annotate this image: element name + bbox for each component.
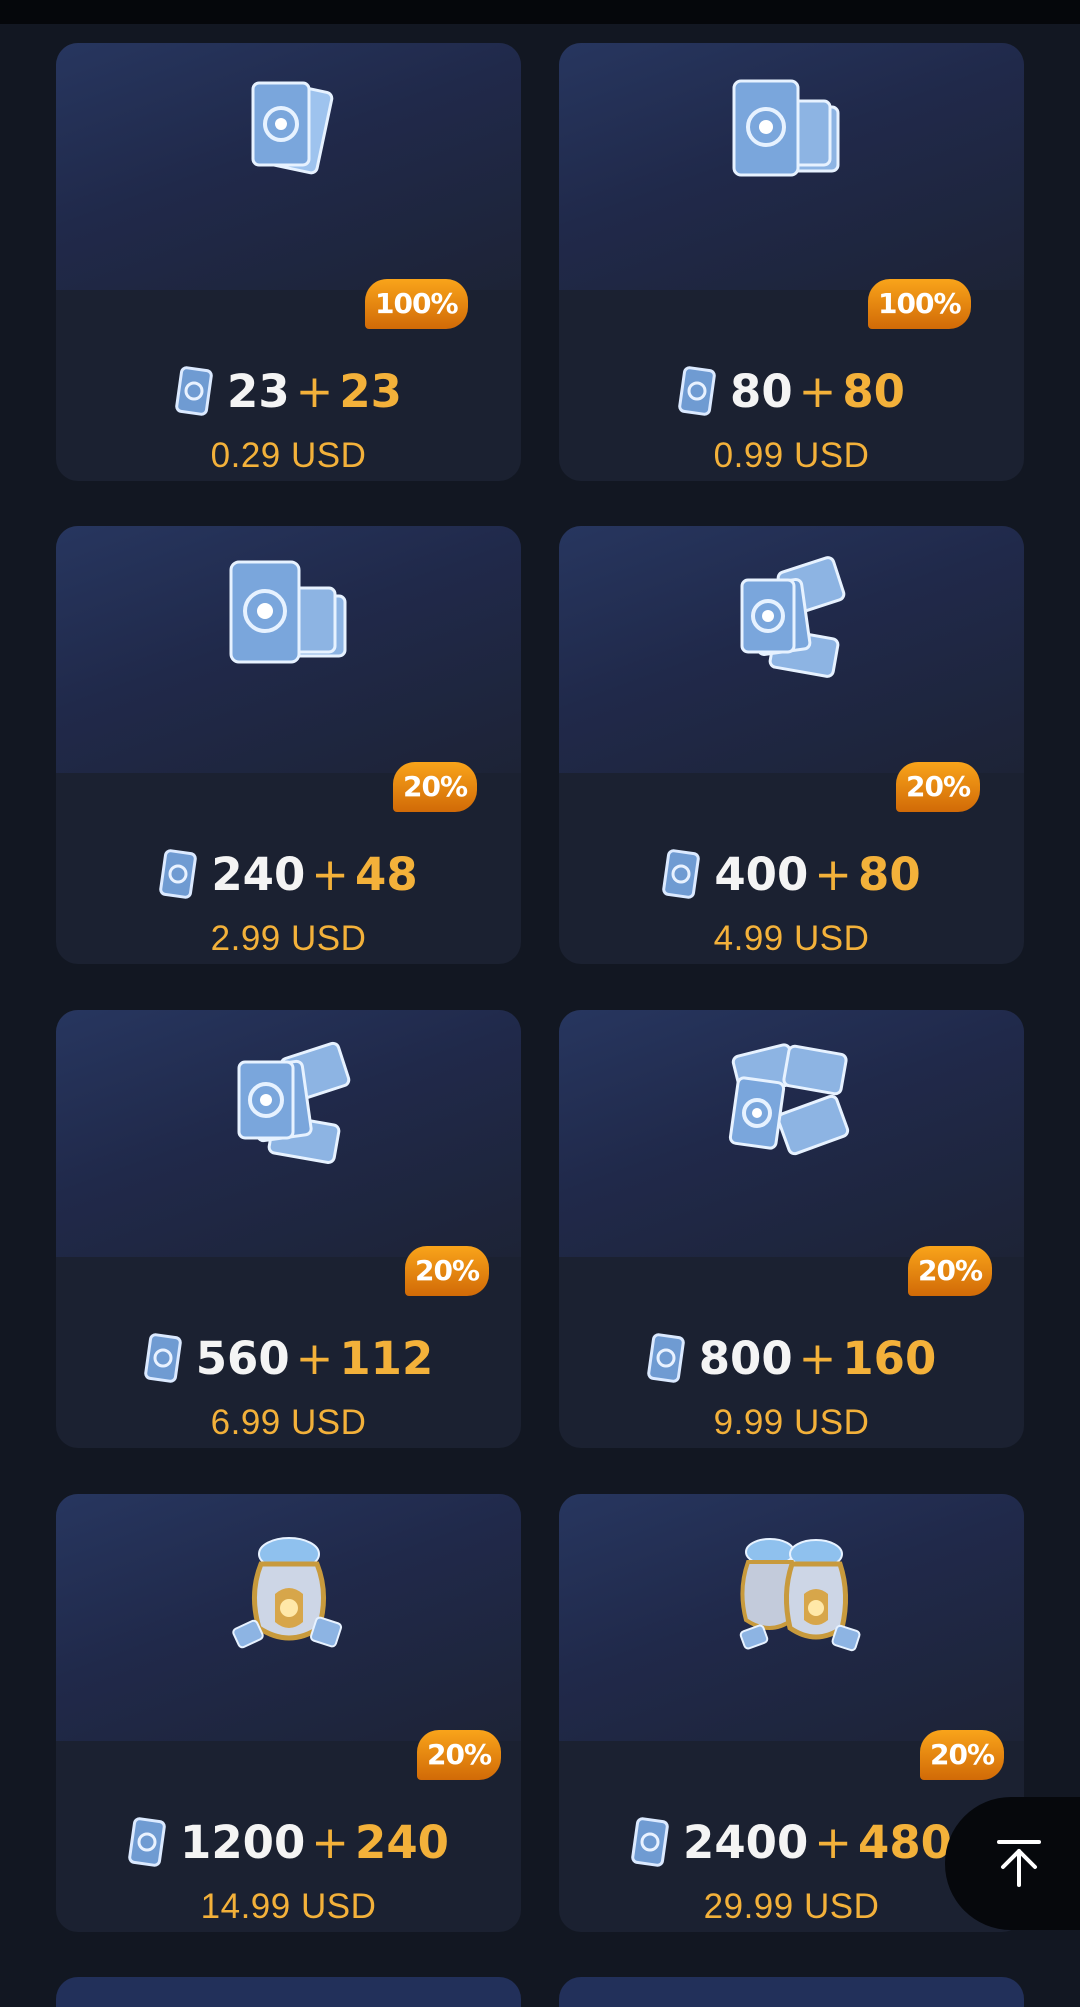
price: 0.29 USD bbox=[210, 436, 367, 475]
pack-card[interactable]: 100% 23 + 23 0.29 USD bbox=[56, 43, 521, 481]
pack-art bbox=[56, 1010, 521, 1257]
price: 0.99 USD bbox=[713, 436, 870, 475]
pack-art bbox=[56, 1494, 521, 1741]
pack-card[interactable]: 20% 560 + 112 6.99 USD bbox=[56, 1010, 521, 1448]
cards-stack-icon bbox=[732, 79, 839, 177]
pack-grid: 100% 23 + 23 0.29 USD 100% 80 + 80 0.99 … bbox=[0, 0, 1080, 2007]
plus-sign: + bbox=[798, 364, 837, 418]
plus-sign: + bbox=[798, 1331, 837, 1385]
base-amount: 80 bbox=[730, 364, 793, 418]
cards-heap-icon bbox=[728, 1043, 849, 1156]
plus-sign: + bbox=[295, 364, 334, 418]
pack-amount: 80 + 80 bbox=[559, 361, 1024, 421]
pack-card[interactable]: 20% 240 + 48 2.99 USD bbox=[56, 526, 521, 964]
bonus-amount: 160 bbox=[842, 1331, 937, 1385]
base-amount: 560 bbox=[195, 1331, 290, 1385]
bonus-amount: 480 bbox=[858, 1815, 952, 1869]
bonus-amount: 23 bbox=[339, 364, 402, 418]
pack-art bbox=[559, 1010, 1024, 1257]
base-amount: 23 bbox=[227, 364, 290, 418]
card-currency-icon bbox=[678, 366, 716, 416]
pack-art bbox=[559, 526, 1024, 773]
next-pack-card-partial[interactable] bbox=[56, 1977, 521, 2007]
price: 6.99 USD bbox=[210, 1403, 367, 1442]
card-currency-icon bbox=[631, 1817, 669, 1867]
pack-amount: 800 + 160 bbox=[559, 1328, 1024, 1388]
bonus-badge: 20% bbox=[405, 1246, 490, 1296]
bonus-amount: 240 bbox=[355, 1815, 449, 1869]
pack-amount: 560 + 112 bbox=[56, 1328, 521, 1388]
pack-amount: 240 + 48 bbox=[56, 844, 521, 904]
bonus-badge: 100% bbox=[868, 279, 971, 329]
plus-sign: + bbox=[295, 1331, 334, 1385]
pack-card[interactable]: 100% 80 + 80 0.99 USD bbox=[559, 43, 1024, 481]
bonus-amount: 48 bbox=[355, 847, 418, 901]
next-pack-card-partial[interactable] bbox=[559, 1977, 1024, 2007]
card-currency-icon bbox=[646, 1333, 685, 1383]
base-amount: 800 bbox=[698, 1331, 793, 1385]
price: 9.99 USD bbox=[713, 1403, 870, 1442]
price: 2.99 USD bbox=[210, 919, 367, 958]
pack-amount: 400 + 80 bbox=[559, 844, 1024, 904]
card-bags-icon bbox=[739, 1538, 860, 1652]
pack-amount: 23 + 23 bbox=[56, 361, 521, 421]
base-amount: 2400 bbox=[683, 1815, 809, 1869]
base-amount: 1200 bbox=[180, 1815, 306, 1869]
card-currency-icon bbox=[128, 1817, 166, 1867]
card-currency-icon bbox=[159, 849, 198, 899]
price: 4.99 USD bbox=[713, 919, 870, 958]
card-currency-icon bbox=[175, 366, 213, 416]
pack-art bbox=[56, 43, 521, 290]
plus-sign: + bbox=[814, 847, 853, 901]
arrow-up-to-top-icon bbox=[997, 1840, 1041, 1887]
plus-sign: + bbox=[311, 847, 350, 901]
cards-pile-icon bbox=[237, 1041, 350, 1164]
cards-pile-icon bbox=[740, 556, 845, 678]
pack-card[interactable]: 20% 400 + 80 4.99 USD bbox=[559, 526, 1024, 964]
bonus-amount: 80 bbox=[842, 364, 905, 418]
cards-stack-icon bbox=[229, 560, 346, 664]
card-bag-icon bbox=[231, 1537, 342, 1649]
bonus-amount: 112 bbox=[339, 1331, 434, 1385]
bonus-badge: 20% bbox=[417, 1730, 502, 1780]
pack-art bbox=[56, 526, 521, 773]
bonus-badge: 20% bbox=[920, 1730, 1005, 1780]
price: 14.99 USD bbox=[200, 1887, 377, 1926]
pack-art bbox=[559, 43, 1024, 290]
pack-card[interactable]: 20% 1200 + 240 14.99 USD bbox=[56, 1494, 521, 1932]
base-amount: 240 bbox=[211, 847, 306, 901]
cards-small-icon bbox=[251, 81, 333, 175]
bonus-amount: 80 bbox=[858, 847, 921, 901]
pack-art bbox=[559, 1494, 1024, 1741]
plus-sign: + bbox=[311, 1815, 350, 1869]
bonus-badge: 20% bbox=[896, 762, 981, 812]
card-currency-icon bbox=[143, 1333, 182, 1383]
base-amount: 400 bbox=[714, 847, 809, 901]
card-currency-icon bbox=[662, 849, 701, 899]
scroll-to-top-button[interactable] bbox=[945, 1797, 1080, 1930]
bonus-badge: 20% bbox=[908, 1246, 993, 1296]
pack-amount: 1200 + 240 bbox=[56, 1812, 521, 1872]
bonus-badge: 20% bbox=[393, 762, 478, 812]
plus-sign: + bbox=[814, 1815, 853, 1869]
bonus-badge: 100% bbox=[365, 279, 468, 329]
pack-card[interactable]: 20% 800 + 160 9.99 USD bbox=[559, 1010, 1024, 1448]
